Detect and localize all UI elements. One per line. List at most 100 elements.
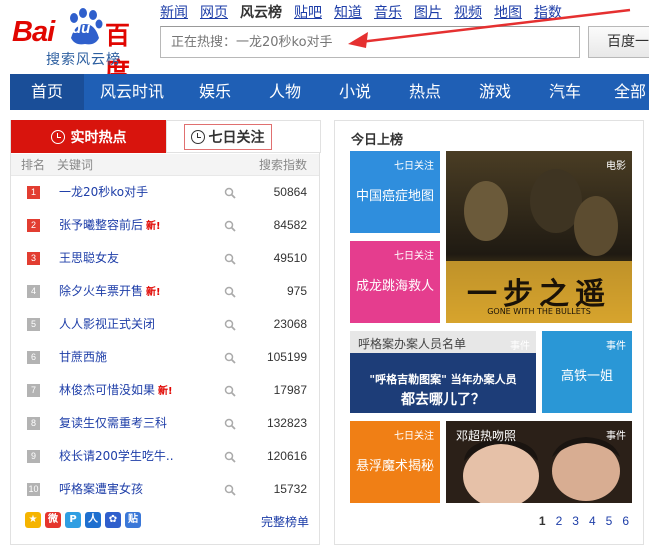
baidu-logo[interactable]: Bai du 百度 搜索风云榜 [10, 4, 150, 86]
search-icon[interactable] [224, 286, 236, 298]
tile-deng-chao-kiss[interactable]: 邓超热吻照 事件 [446, 421, 632, 503]
nav-cars[interactable]: 汽车 [530, 74, 600, 110]
keyword-text: 林俊杰可惜没如果 [59, 383, 156, 397]
keyword-link[interactable]: 人人影视正式关闭 [59, 308, 155, 341]
topnav-news[interactable]: 新闻 [160, 2, 188, 22]
topnav-video[interactable]: 视频 [454, 2, 482, 22]
nav-home[interactable]: 首页 [10, 74, 84, 110]
tile-tag: 电影 [606, 161, 626, 172]
nav-entertainment[interactable]: 娱乐 [180, 74, 250, 110]
table-row[interactable]: 1 一龙20秒ko对手 50864 [11, 176, 319, 209]
renren-icon[interactable]: 人 [85, 512, 101, 528]
table-header: 排名 关键词 搜索指数 [11, 154, 319, 176]
rank-badge: 7 [27, 384, 40, 397]
tile-tag: 事件 [606, 431, 626, 442]
tencent-weibo-icon[interactable]: P [65, 512, 81, 528]
keyword-link[interactable]: 校长请200学生吃牛.. [59, 440, 174, 473]
table-row[interactable]: 10 呼格案遭害女孩 15732 [11, 473, 319, 506]
topnav-music[interactable]: 音乐 [374, 2, 402, 22]
table-row[interactable]: 9 校长请200学生吃牛.. 120616 [11, 440, 319, 473]
page-2[interactable]: 2 [556, 514, 563, 528]
table-row[interactable]: 3 王思聪女友 49510 [11, 242, 319, 275]
hot-list-panel: 实时热点 七日关注 排名 关键词 搜索指数 1 一龙20秒ko对手 50864 2 张予… [10, 120, 321, 545]
nav-people[interactable]: 人物 [250, 74, 320, 110]
tile-caption: 呼格案办案人员名单 [358, 337, 467, 351]
keyword-link[interactable]: 张予曦整容前后 新! [59, 209, 161, 243]
topnav-images[interactable]: 图片 [414, 2, 442, 22]
keyword-link[interactable]: 王思聪女友 [59, 242, 119, 275]
full-list-link[interactable]: 完整榜单 [261, 513, 309, 530]
keyword-link[interactable]: 一龙20秒ko对手 [59, 176, 148, 209]
today-list-panel: 今日上榜 七日关注 中国癌症地图 七日关注 成龙跳海救人 电影 一步之遥 GON… [334, 120, 644, 545]
category-nav: 首页 风云时讯 娱乐 人物 小说 热点 游戏 汽车 全部 [10, 74, 649, 110]
search-button[interactable]: 百度一 [588, 26, 649, 58]
table-row[interactable]: 2 张予曦整容前后 新! 84582 [11, 209, 319, 242]
page-4[interactable]: 4 [589, 514, 596, 528]
tile-levitation-magic[interactable]: 七日关注 悬浮魔术揭秘 [350, 421, 440, 503]
tile-highspeed-rail[interactable]: 事件 高铁一姐 [542, 331, 632, 413]
search-icon[interactable] [224, 187, 236, 199]
topnav-index[interactable]: 指数 [534, 2, 562, 22]
tile-cancer-map[interactable]: 七日关注 中国癌症地图 [350, 151, 440, 233]
search-icon[interactable] [224, 385, 236, 397]
huge-case-line1: "呼格吉勒图案" 当年办案人员 [369, 373, 517, 386]
search-icon[interactable] [224, 484, 236, 496]
table-row[interactable]: 8 复读生仅需重考三科 132823 [11, 407, 319, 440]
search-index-value: 120616 [266, 449, 307, 463]
tile-tag: 七日关注 [394, 161, 434, 172]
keyword-link[interactable]: 呼格案遭害女孩 [59, 473, 143, 506]
table-row[interactable]: 4 除夕火车票开售 新! 975 [11, 275, 319, 308]
topnav-fengyunbang[interactable]: 风云榜 [240, 2, 282, 22]
page-3[interactable]: 3 [572, 514, 579, 528]
tile-huge-case[interactable]: 呼格案办案人员名单 事件 "呼格吉勒图案" 当年办案人员 都去哪儿了？ [350, 331, 536, 413]
logo-text-bai: Bai [12, 16, 55, 48]
keyword-text: 除夕火车票开售 [59, 284, 144, 298]
keyword-link[interactable]: 复读生仅需重考三科 [59, 407, 167, 440]
table-row[interactable]: 7 林俊杰可惜没如果 新! 17987 [11, 374, 319, 407]
nav-novel[interactable]: 小说 [320, 74, 390, 110]
poster-subtitle: GONE WITH THE BULLETS [487, 307, 591, 316]
rank-badge: 4 [27, 285, 40, 298]
search-index-value: 84582 [273, 218, 307, 232]
page-6[interactable]: 6 [622, 514, 629, 528]
weibo-icon[interactable]: 微 [45, 512, 61, 528]
nav-fengyun-news[interactable]: 风云时讯 [84, 74, 180, 110]
search-icon[interactable] [224, 418, 236, 430]
keyword-text: 呼格案遭害女孩 [59, 482, 144, 496]
baidu-paw-icon[interactable]: ✿ [105, 512, 121, 528]
table-row[interactable]: 5 人人影视正式关闭 23068 [11, 308, 319, 341]
search-index-value: 17987 [273, 383, 307, 397]
keyword-link[interactable]: 除夕火车票开售 新! [59, 275, 161, 309]
keyword-text: 人人影视正式关闭 [59, 317, 156, 331]
topnav-web[interactable]: 网页 [200, 2, 228, 22]
table-row[interactable]: 6 甘蔗西施 105199 [11, 341, 319, 374]
nav-hot[interactable]: 热点 [390, 74, 460, 110]
search-icon[interactable] [224, 451, 236, 463]
keyword-text: 一龙20秒ko对手 [59, 185, 149, 199]
search-index-value: 15732 [273, 482, 307, 496]
topnav-zhidao[interactable]: 知道 [334, 2, 362, 22]
topnav-map[interactable]: 地图 [494, 2, 522, 22]
tieba-icon[interactable]: 贴 [125, 512, 141, 528]
search-icon[interactable] [224, 352, 236, 364]
search-icon[interactable] [224, 253, 236, 265]
search-index-value: 132823 [266, 416, 307, 430]
nav-games[interactable]: 游戏 [460, 74, 530, 110]
keyword-link[interactable]: 林俊杰可惜没如果 新! [59, 374, 173, 408]
search-icon[interactable] [224, 319, 236, 331]
nav-all[interactable]: 全部 [600, 74, 649, 110]
page-5[interactable]: 5 [606, 514, 613, 528]
tab-realtime-hot[interactable]: 实时热点 [11, 120, 166, 153]
tab-seven-day[interactable]: 七日关注 [166, 120, 321, 153]
page-1[interactable]: 1 [539, 514, 546, 528]
search-icon[interactable] [224, 220, 236, 232]
qzone-icon[interactable]: ★ [25, 512, 41, 528]
tile-jackie-chan[interactable]: 七日关注 成龙跳海救人 [350, 241, 440, 323]
tile-movie-poster[interactable]: 电影 一步之遥 GONE WITH THE BULLETS [446, 151, 632, 323]
keyword-link[interactable]: 甘蔗西施 [59, 341, 107, 374]
logo-text-du: du [72, 20, 91, 37]
search-input[interactable] [160, 26, 580, 58]
hot-list: 1 一龙20秒ko对手 50864 2 张予曦整容前后 新! 84582 3 王思聪女友 4951… [11, 176, 319, 506]
header-keyword: 关键词 [57, 158, 94, 172]
topnav-tieba[interactable]: 贴吧 [294, 2, 322, 22]
